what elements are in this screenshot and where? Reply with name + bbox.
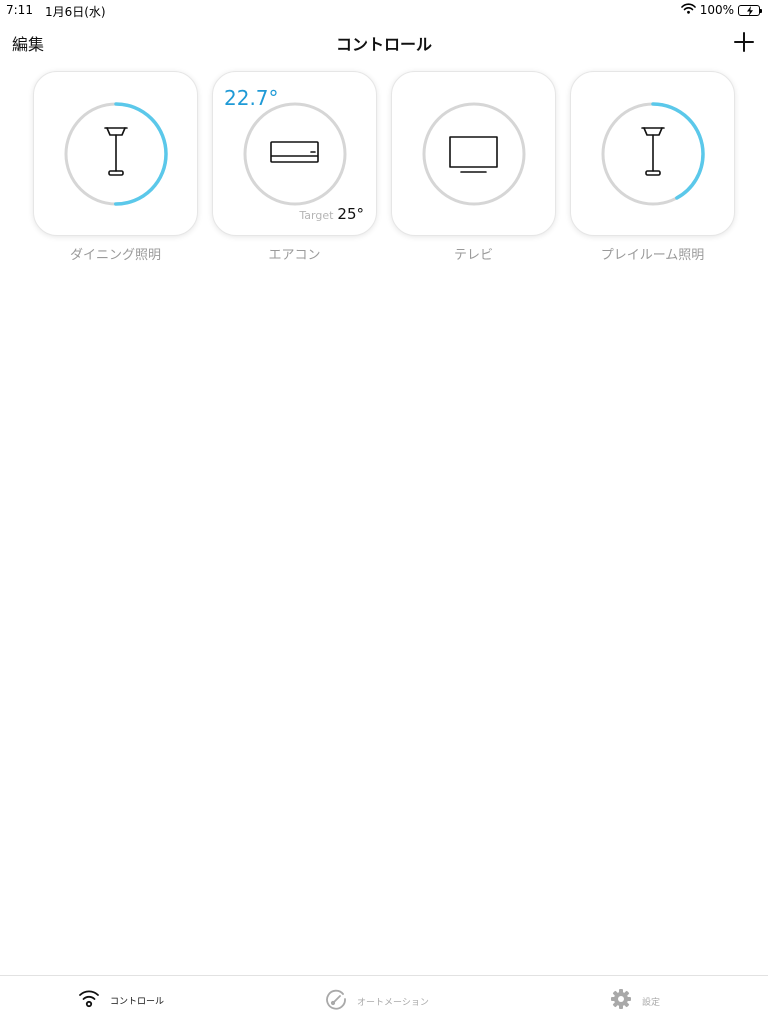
tab-bar: コントロール オートメーション 設定 — [0, 975, 768, 1024]
tab-settings[interactable]: 設定 — [610, 988, 660, 1014]
target-label: Target — [299, 209, 334, 222]
battery-icon — [738, 4, 762, 16]
page-title: コントロール — [335, 35, 432, 54]
device-label: プレイルーム照明 — [600, 248, 705, 263]
tab-automation[interactable]: オートメーション — [325, 988, 429, 1014]
device-label: エアコン — [268, 248, 321, 263]
target-temperature-row: Target 25° — [299, 205, 364, 223]
device-ring — [243, 102, 347, 206]
device-label: ダイニング照明 — [69, 248, 161, 263]
nav-bar: 編集 コントロール — [0, 20, 768, 64]
tv-icon — [449, 136, 498, 173]
brightness-ring — [64, 102, 168, 206]
device-ring — [422, 102, 526, 206]
device-tile-card[interactable] — [33, 71, 198, 236]
current-temperature: 22.7° — [224, 86, 279, 110]
floor-lamp-icon — [641, 127, 665, 176]
device-tile-playroom-light[interactable]: プレイルーム照明 — [570, 71, 735, 263]
target-temperature: 25° — [337, 205, 364, 223]
device-tile-card[interactable] — [391, 71, 556, 236]
device-label: テレビ — [453, 248, 493, 263]
wifi-icon — [78, 988, 100, 1012]
tab-label: 設定 — [642, 997, 661, 1008]
device-tile-air-conditioner[interactable]: 22.7° Target 25° エアコン — [212, 71, 377, 263]
device-tile-card[interactable] — [570, 71, 735, 236]
device-tile-dining-light[interactable]: ダイニング照明 — [33, 71, 198, 263]
battery-percent: 100% — [699, 3, 734, 17]
floor-lamp-icon — [104, 127, 128, 176]
gauge-icon — [325, 988, 347, 1014]
device-tile-tv[interactable]: テレビ — [391, 71, 556, 263]
tab-label: オートメーション — [357, 997, 429, 1008]
status-bar: 7:11 1月6日(水) 100% — [0, 0, 768, 20]
device-tile-card[interactable]: 22.7° Target 25° — [212, 71, 377, 236]
status-date: 1月6日(水) — [44, 5, 106, 19]
wifi-signal-icon — [680, 3, 696, 17]
plus-icon[interactable] — [732, 30, 756, 54]
tab-control[interactable]: コントロール — [78, 988, 164, 1012]
status-time: 7:11 — [6, 3, 33, 17]
brightness-ring — [601, 102, 705, 206]
gear-icon — [610, 988, 632, 1014]
air-conditioner-icon — [270, 141, 319, 163]
tab-label: コントロール — [110, 996, 165, 1007]
